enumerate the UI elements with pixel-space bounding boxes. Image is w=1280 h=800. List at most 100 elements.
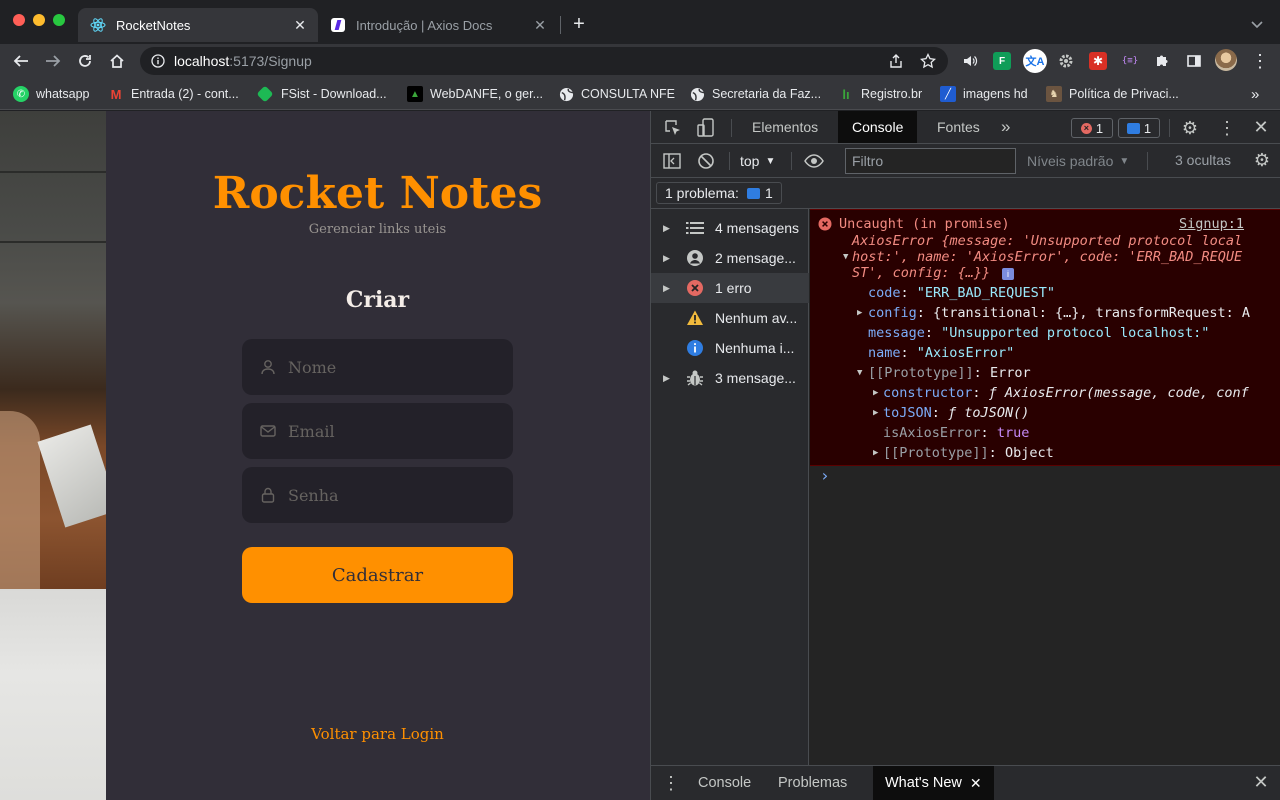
prop-constructor[interactable]: constructor: ƒ AxiosError(message, code,… (883, 383, 1249, 403)
drawer-tab-console[interactable]: Console (686, 766, 763, 800)
error-message-block: Uncaught (in promise) Signup:1 AxiosErro… (810, 209, 1280, 466)
app-title: Rocket Notes (212, 168, 543, 219)
signup-button[interactable]: Cadastrar (242, 547, 513, 603)
info-icon[interactable] (150, 53, 166, 69)
tab-title: RocketNotes (116, 17, 191, 33)
json-extension-icon[interactable]: {≡} (1121, 52, 1139, 70)
maximize-window-button[interactable] (53, 14, 65, 26)
tab-axios-docs[interactable]: Introdução | Axios Docs ✕ (318, 8, 558, 42)
sidebar-item-info[interactable]: Nenhuma i... (651, 333, 809, 363)
f-extension-icon[interactable]: F (993, 52, 1011, 70)
drawer-tab-problemas[interactable]: Problemas (766, 766, 859, 800)
bookmark-fsist[interactable]: FSist - Download... (256, 83, 387, 105)
inspect-element-icon[interactable] (663, 118, 683, 138)
close-drawer-icon[interactable]: ✕ (1251, 772, 1271, 792)
bookmark-registro[interactable]: lı Registro.br (838, 83, 922, 105)
drawer-tab-whats-new[interactable]: What's New ✕ (873, 766, 994, 800)
expand-arrow-icon[interactable]: ▶ (873, 383, 878, 403)
prop-prototype-object[interactable]: [[Prototype]]: Object (883, 443, 1054, 463)
bookmark-consulta-nfe[interactable]: CONSULTA NFE (558, 83, 675, 105)
device-toolbar-icon[interactable] (696, 117, 716, 139)
bookmark-gmail[interactable]: M Entrada (2) - cont... (108, 83, 239, 105)
sidebar-toggle-icon[interactable] (662, 152, 682, 170)
webpage-viewport: Rocket Notes Gerenciar links uteis Criar… (0, 111, 650, 800)
tab-search-icon[interactable] (1248, 15, 1266, 33)
error-count-badge[interactable]: × 1 (1071, 118, 1113, 138)
issues-count: 1 (764, 185, 773, 201)
devtools-menu-icon[interactable]: ⋮ (1217, 118, 1237, 138)
bookmark-label: Política de Privaci... (1069, 87, 1179, 101)
bookmark-politica[interactable]: ♞ Política de Privaci... (1046, 83, 1179, 105)
email-field[interactable]: Email (242, 403, 513, 459)
live-expression-eye-icon[interactable] (803, 151, 825, 171)
bookmark-secretaria[interactable]: Secretaria da Faz... (689, 83, 821, 105)
expand-arrow-icon[interactable]: ▶ (857, 303, 862, 323)
sidebar-item-messages[interactable]: ▶ 4 mensagens (651, 213, 809, 243)
bookmark-star-icon[interactable] (919, 52, 937, 69)
bookmark-whatsapp[interactable]: ✆ whatsapp (13, 83, 90, 105)
bookmarks-overflow-button[interactable]: » (1251, 83, 1259, 105)
expand-arrow-icon: ▶ (663, 252, 670, 263)
error-icon (818, 217, 832, 231)
clear-console-icon[interactable] (697, 152, 715, 170)
bookmark-webdanfe[interactable]: ▲ WebDANFE, o ger... (407, 83, 543, 105)
settings-extension-icon[interactable] (1057, 52, 1075, 70)
tab-fontes[interactable]: Fontes (923, 111, 994, 143)
password-field[interactable]: Senha (242, 467, 513, 523)
log-levels-dropdown[interactable]: Níveis padrão ▼ (1027, 152, 1129, 170)
dropdown-arrow-icon: ▼ (1119, 155, 1130, 167)
prop-prototype[interactable]: [[Prototype]]: Error (868, 363, 1031, 383)
sidebar-item-warnings[interactable]: Nenhum av... (651, 303, 809, 333)
tab-console[interactable]: Console (838, 111, 918, 143)
close-tab-icon[interactable]: ✕ (530, 17, 550, 34)
profile-avatar[interactable] (1215, 49, 1237, 71)
close-tab-icon[interactable]: ✕ (290, 17, 310, 34)
close-window-button[interactable] (13, 14, 25, 26)
expand-arrow-icon[interactable]: ▶ (873, 403, 878, 423)
prop-tojson[interactable]: toJSON: ƒ toJSON() (883, 403, 1029, 423)
drawer-menu-icon[interactable]: ⋮ (661, 773, 681, 793)
prop-config[interactable]: config: {transitional: {…}, transformReq… (868, 303, 1250, 323)
collapse-arrow-icon[interactable]: ▼ (857, 363, 862, 383)
expand-arrow-icon[interactable]: ▶ (873, 443, 878, 463)
app-subtitle: Gerenciar links uteis (308, 222, 447, 237)
name-placeholder: Nome (288, 357, 337, 377)
minimize-window-button[interactable] (33, 14, 45, 26)
console-prompt[interactable]: › (820, 466, 830, 486)
console-filter-input[interactable]: Filtro (845, 148, 1016, 174)
extensions-puzzle-icon[interactable] (1153, 52, 1171, 70)
prop-code: code: "ERR_BAD_REQUEST" (868, 285, 1055, 301)
bug-extension-icon[interactable]: ✱ (1089, 52, 1107, 70)
name-field[interactable]: Nome (242, 339, 513, 395)
tab-elementos[interactable]: Elementos (738, 111, 832, 143)
sidebar-item-user-messages[interactable]: ▶ 2 mensage... (651, 243, 809, 273)
reload-icon[interactable] (72, 48, 98, 74)
sidebar-item-errors[interactable]: ▶ 1 erro (651, 273, 809, 303)
info-badge-icon[interactable]: i (1002, 268, 1014, 280)
context-selector[interactable]: top ▼ (740, 152, 775, 170)
bookmark-imagens-hd[interactable]: ╱ imagens hd (940, 83, 1028, 105)
new-tab-button[interactable]: + (568, 13, 590, 35)
message-icon (1126, 122, 1140, 134)
share-icon[interactable] (888, 53, 904, 69)
error-summary-line: ST', config: {…}} (852, 265, 991, 281)
address-bar[interactable]: localhost :5173/Signup (140, 47, 948, 75)
back-icon[interactable] (8, 48, 34, 74)
close-devtools-icon[interactable]: ✕ (1251, 117, 1271, 137)
console-settings-icon[interactable]: ⚙ (1252, 150, 1272, 170)
close-tab-icon[interactable]: ✕ (970, 775, 982, 792)
home-icon[interactable] (104, 48, 130, 74)
more-tabs-button[interactable]: » (993, 111, 1018, 143)
tab-rocketnotes[interactable]: RocketNotes ✕ (78, 8, 318, 42)
sidebar-item-verbose[interactable]: ▶ 3 mensage... (651, 363, 809, 393)
back-to-login-link[interactable]: Voltar para Login (106, 725, 649, 743)
issues-button[interactable]: 1 problema: 1 (656, 182, 782, 204)
collapse-arrow-icon[interactable]: ▼ (843, 247, 848, 267)
browser-menu-icon[interactable]: ⋮ (1250, 50, 1270, 72)
speaker-icon[interactable] (961, 52, 979, 70)
translate-extension-icon[interactable]: 文A (1023, 49, 1047, 73)
devtools-settings-icon[interactable]: ⚙ (1180, 118, 1200, 138)
message-count-badge[interactable]: 1 (1118, 118, 1160, 138)
forward-icon[interactable] (40, 48, 66, 74)
side-panel-icon[interactable] (1185, 52, 1203, 70)
